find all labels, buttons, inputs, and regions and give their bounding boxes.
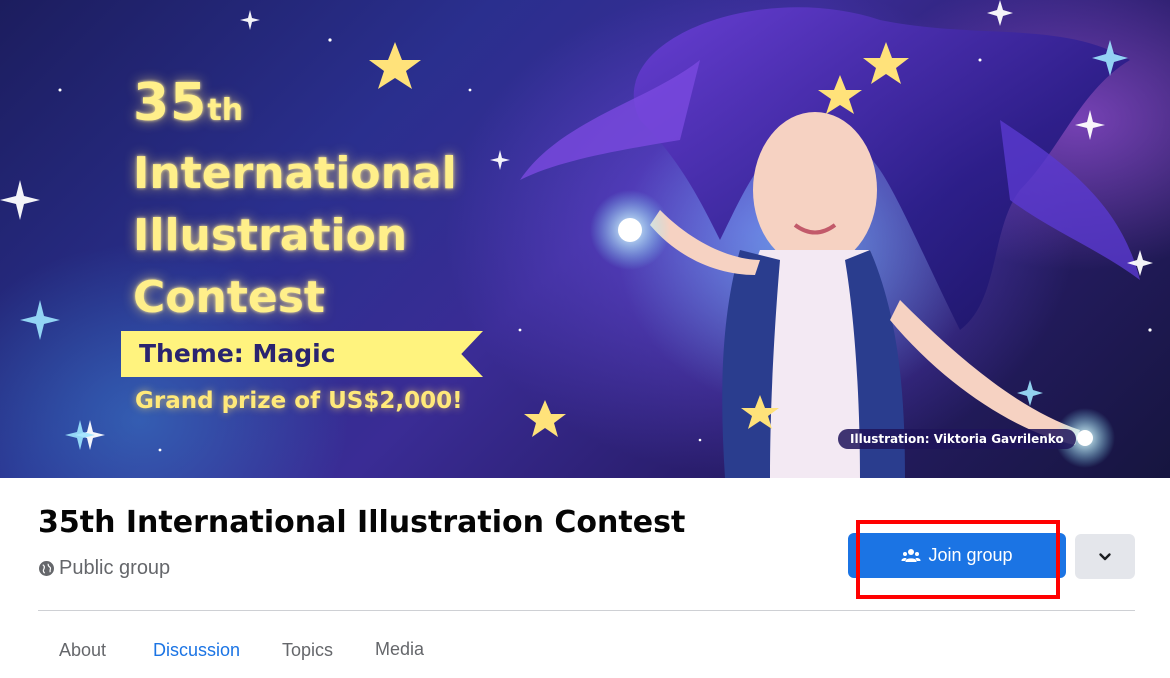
cover-photo[interactable]: 35th International Illustration Contest … <box>0 0 1170 478</box>
tab-discussion[interactable]: Discussion <box>153 640 240 661</box>
people-icon <box>901 548 921 562</box>
illustration-credit: Illustration: Viktoria Gavrilenko <box>838 429 1076 449</box>
join-group-button[interactable]: Join group <box>848 533 1066 578</box>
tab-about[interactable]: About <box>59 640 106 661</box>
group-name[interactable]: 35th International Illustration Contest <box>38 505 685 540</box>
cover-title-line: International <box>133 148 457 199</box>
cover-title: 35th International Illustration Contest <box>133 72 457 329</box>
header-divider <box>38 610 1135 611</box>
tab-media[interactable]: Media <box>375 639 424 660</box>
cover-title-number: 35 <box>133 73 208 133</box>
more-options-button[interactable] <box>1075 534 1135 579</box>
group-privacy: Public group <box>39 557 170 580</box>
privacy-label: Public group <box>59 557 171 579</box>
theme-ribbon: Theme: Magic <box>121 331 483 377</box>
theme-label: Theme: Magic <box>139 339 336 368</box>
prize-text: Grand prize of US$2,000! <box>135 388 463 414</box>
cover-title-line: Illustration <box>133 210 408 261</box>
join-group-label: Join group <box>928 545 1013 565</box>
tab-topics[interactable]: Topics <box>282 640 333 661</box>
chevron-down-icon <box>1099 552 1111 560</box>
cover-title-line: Contest <box>133 272 325 323</box>
globe-icon <box>39 561 54 576</box>
cover-title-suffix: th <box>207 93 244 128</box>
